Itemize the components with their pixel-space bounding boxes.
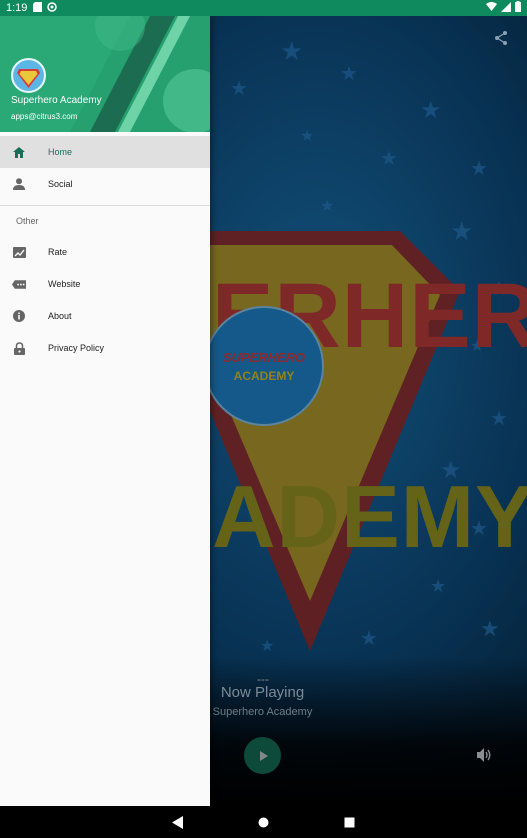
status-right	[486, 1, 521, 15]
play-icon	[259, 750, 268, 761]
home-button[interactable]	[254, 812, 274, 832]
navigation-drawer: Superhero Academy apps@citrus3.com Home …	[0, 16, 210, 806]
section-label-other: Other	[16, 216, 39, 226]
station-name: Superhero Academy	[212, 706, 313, 718]
lock-icon	[12, 341, 26, 355]
menu-item-label: Social	[48, 179, 73, 189]
share-icon	[495, 31, 507, 45]
screen: 1:19 ★ ★ ★ ★ ★ ★ ★ ★ ★ ★ ★ ★ ★ ★ ★ ★ ★ ★…	[0, 0, 527, 838]
signal-icon	[501, 1, 511, 15]
app-email: apps@citrus3.com	[11, 112, 78, 121]
drawer-header: Superhero Academy apps@citrus3.com	[0, 16, 210, 132]
menu-item-home[interactable]: Home	[0, 136, 210, 168]
menu-item-label: About	[48, 311, 72, 321]
recents-icon	[344, 817, 355, 827]
home-icon	[12, 145, 26, 159]
rate-icon	[12, 245, 26, 259]
person-icon	[12, 177, 26, 191]
play-button[interactable]	[244, 737, 281, 774]
app-name: Superhero Academy	[11, 95, 102, 106]
avatar	[11, 58, 46, 93]
system-nav-bar	[0, 806, 527, 838]
volume-button[interactable]	[476, 747, 494, 765]
drawer-menu: Home Social Other Rate Website About Pri…	[0, 136, 210, 364]
app-logo-icon	[13, 60, 44, 91]
menu-item-label: Privacy Policy	[48, 343, 105, 353]
battery-icon	[515, 1, 521, 15]
back-icon	[171, 815, 183, 829]
status-bar: 1:19	[0, 0, 527, 16]
share-button[interactable]	[493, 30, 513, 50]
info-icon	[12, 309, 26, 323]
menu-item-website[interactable]: Website	[0, 268, 210, 300]
volume-icon	[477, 748, 491, 762]
menu-item-social[interactable]: Social	[0, 168, 210, 200]
now-playing-label: Now Playing	[220, 684, 305, 701]
website-icon	[12, 277, 26, 291]
wifi-icon	[486, 2, 497, 14]
home-circle-icon	[258, 817, 269, 827]
recents-button[interactable]	[340, 812, 360, 832]
status-time: 1:19	[6, 2, 28, 14]
sd-card-icon	[33, 1, 43, 15]
menu-item-label: Home	[48, 147, 73, 157]
sync-icon	[47, 1, 58, 15]
menu-item-rate[interactable]: Rate	[0, 236, 210, 268]
menu-item-label: Website	[48, 279, 81, 289]
menu-item-privacy-policy[interactable]: Privacy Policy	[0, 332, 210, 364]
back-button[interactable]	[168, 812, 188, 832]
menu-item-about[interactable]: About	[0, 300, 210, 332]
menu-item-label: Rate	[48, 247, 68, 257]
